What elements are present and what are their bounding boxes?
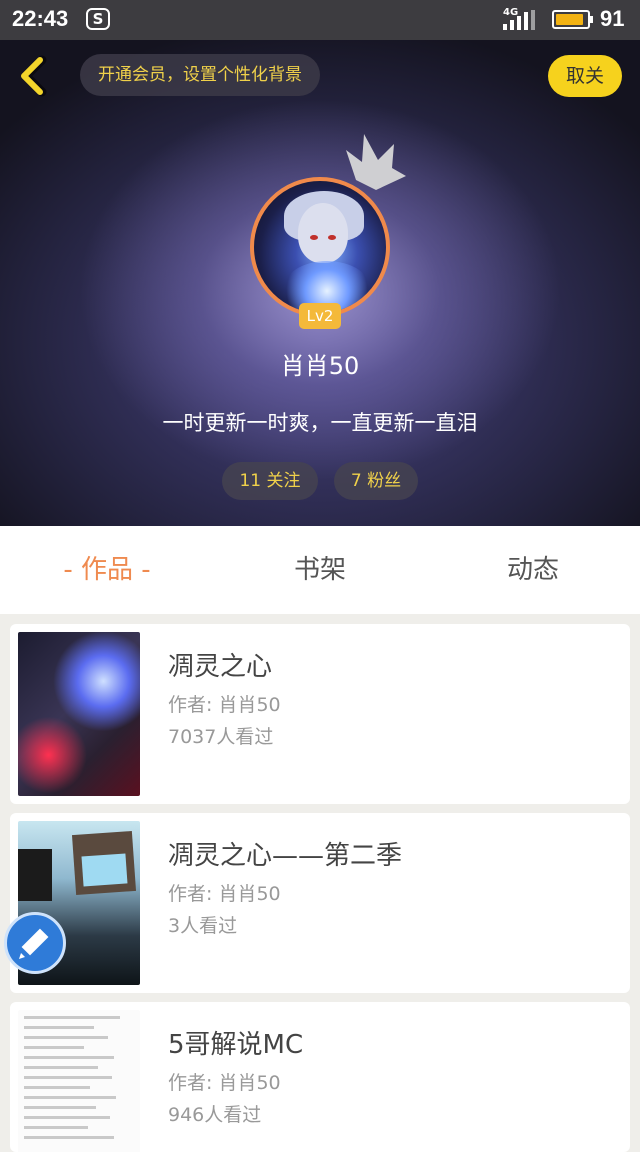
battery-fill	[556, 14, 583, 25]
work-cover-image	[18, 1010, 140, 1152]
back-button[interactable]	[14, 54, 54, 98]
work-views: 7037人看过	[168, 726, 274, 748]
work-author: 作者: 肖肖50	[168, 1072, 281, 1094]
level-badge: Lv2	[299, 303, 341, 329]
following-count-button[interactable]: 11 关注	[222, 462, 318, 500]
status-bar: 22:43 S 4G 91	[0, 0, 640, 40]
user-signature: 一时更新一时爽，一直更新一直泪	[162, 411, 478, 435]
work-card[interactable]: 凋灵之心——第二季 作者: 肖肖50 3人看过	[10, 813, 630, 993]
work-card[interactable]: 凋灵之心 作者: 肖肖50 7037人看过	[10, 624, 630, 804]
tab-works[interactable]: - 作品 -	[40, 526, 174, 614]
battery-percent: 91	[600, 6, 625, 31]
profile-header: 开通会员，设置个性化背景 取关 Lv2 肖肖50 一时更新一时爽，一直更新一直泪…	[0, 40, 640, 526]
work-author: 作者: 肖肖50	[168, 883, 281, 905]
work-author: 作者: 肖肖50	[168, 694, 281, 716]
floating-edit-button[interactable]	[4, 912, 66, 974]
work-title: 5哥解说MC	[168, 1030, 304, 1060]
fans-count-button[interactable]: 7 粉丝	[334, 462, 418, 500]
unfollow-button[interactable]: 取关	[548, 55, 622, 97]
pencil-icon	[19, 928, 49, 959]
work-card[interactable]: 5哥解说MC 作者: 肖肖50 946人看过	[10, 1002, 630, 1152]
work-title: 凋灵之心——第二季	[168, 841, 403, 871]
tab-activity[interactable]: 动态	[466, 526, 600, 614]
work-views: 3人看过	[168, 915, 238, 937]
status-time: 22:43	[12, 6, 69, 31]
avatar[interactable]	[250, 177, 390, 317]
work-cover-image	[18, 632, 140, 796]
tab-bookshelf[interactable]: 书架	[252, 526, 388, 614]
work-title: 凋灵之心	[168, 652, 273, 682]
signal-icon	[503, 10, 537, 30]
profile-tabs: - 作品 - 书架 动态	[0, 526, 640, 614]
work-views: 946人看过	[168, 1104, 262, 1126]
vip-background-banner[interactable]: 开通会员，设置个性化背景	[80, 54, 320, 96]
battery-icon	[552, 10, 593, 29]
app-notification-icon: S	[86, 8, 110, 30]
username: 肖肖50	[280, 352, 360, 380]
chevron-left-icon	[21, 55, 47, 97]
